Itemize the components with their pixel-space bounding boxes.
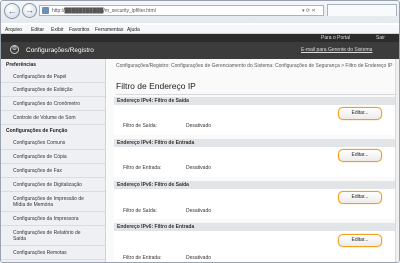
section-header: Endereço IPv4: Filtro de Entrada: [114, 139, 398, 147]
main-content: Configurações/Registro: Configurações de…: [106, 59, 399, 262]
section-ipv6-outbound: Endereço IPv6: Filtro de Saída Editar...…: [114, 181, 398, 219]
page-title: Filtro de Endereço IP: [116, 81, 196, 91]
page-icon: [42, 7, 49, 14]
menu-favoritos[interactable]: Favoritos: [69, 27, 90, 33]
menu-arquivo[interactable]: Arquivo: [5, 27, 22, 33]
field-label: Filtro de Entrada:: [123, 255, 162, 261]
sidebar-item-memory-media[interactable]: Configurações de Impressão de Mídia de M…: [1, 193, 105, 212]
sidebar-item-printer[interactable]: Configurações da Impressora: [1, 213, 105, 226]
section-header: Endereço IPv6: Filtro de Saída: [114, 181, 398, 189]
sidebar-item-display[interactable]: Configurações de Exibição: [1, 84, 105, 97]
field-label: Filtro de Saída:: [123, 208, 157, 214]
section-body: Editar... Filtro de Entrada: Desativado: [114, 147, 398, 177]
edit-button[interactable]: Editar...: [338, 149, 382, 162]
menu-bar: Arquivo Editar Exibir Favoritos Ferramen…: [1, 25, 399, 34]
sidebar-item-scan[interactable]: Configurações de Digitalização: [1, 179, 105, 192]
section-header: Endereço IPv6: Filtro de Entrada: [114, 223, 398, 231]
field-value: Desativado: [186, 208, 212, 214]
sidebar-item-timer[interactable]: Configurações do Cronômetro: [1, 98, 105, 111]
edit-button[interactable]: Editar...: [338, 234, 382, 247]
sidebar-heading-function: Configurações de Função: [6, 128, 68, 134]
browser-toolbar: ← → http://███████████/m_security_ipfilt…: [1, 1, 399, 23]
scrollbar[interactable]: [395, 59, 399, 262]
field-value: Desativado: [186, 165, 212, 171]
portal-link[interactable]: Para o Portal: [321, 35, 350, 41]
field-value: Desativado: [186, 123, 212, 129]
menu-exibir[interactable]: Exibir: [51, 27, 64, 33]
email-admin-link[interactable]: E-mail para Gerente do Sistema: [301, 47, 372, 53]
section-ipv6-inbound: Endereço IPv6: Filtro de Entrada Editar.…: [114, 223, 398, 262]
address-tools-icon[interactable]: ▾ ⟳ ✕: [302, 8, 316, 14]
back-arrow-icon[interactable]: ←: [4, 3, 20, 19]
section-header: Endereço IPv4: Filtro de Saída: [114, 97, 398, 105]
section-body: Editar... Filtro de Saída: Desativado: [114, 189, 398, 219]
section-body: Editar... Filtro de Entrada: Desativado: [114, 231, 398, 262]
browser-window: ← → http://███████████/m_security_ipfilt…: [0, 0, 400, 263]
sidebar-item-remote[interactable]: Configurações Remotas: [1, 247, 105, 260]
sidebar-item-common[interactable]: Configurações Comuns: [1, 137, 105, 150]
breadcrumb: Configurações/Registro: Configurações de…: [116, 63, 393, 69]
field-value: Desativado: [186, 255, 212, 261]
forward-arrow-icon[interactable]: →: [22, 3, 37, 18]
sidebar-item-report[interactable]: Configurações de Relatório de Saída: [1, 227, 105, 246]
sidebar-item-volume[interactable]: Controle de Volume de Som: [1, 112, 105, 125]
settings-icon: ⚙: [10, 45, 19, 54]
sidebar-item-copy[interactable]: Configurações de Cópia: [1, 151, 105, 164]
edit-button[interactable]: Editar...: [338, 107, 382, 120]
page-header-title: Configurações/Registro: [26, 47, 94, 54]
address-url: http://███████████/m_security_ipfilter.h…: [52, 8, 156, 14]
field-label: Filtro de Entrada:: [123, 165, 162, 171]
section-ipv4-inbound: Endereço IPv4: Filtro de Entrada Editar.…: [114, 139, 398, 177]
menu-editar[interactable]: Editar: [31, 27, 44, 33]
title-divider: [116, 94, 396, 95]
section-ipv4-outbound: Endereço IPv4: Filtro de Saída Editar...…: [114, 97, 398, 135]
section-body: Editar... Filtro de Saída: Desativado: [114, 105, 398, 135]
sidebar-item-paper[interactable]: Configurações de Papel: [1, 71, 105, 83]
edit-button[interactable]: Editar...: [338, 191, 382, 204]
sidebar-heading-preferences: Preferências: [6, 62, 37, 68]
app-top-bar: Para o Portal Sair: [1, 34, 399, 42]
address-bar[interactable]: http://███████████/m_security_ipfilter.h…: [39, 5, 324, 16]
logout-link[interactable]: Sair: [376, 35, 385, 41]
menu-ferramentas[interactable]: Ferramentas: [95, 27, 123, 33]
browser-tab[interactable]: [327, 4, 397, 16]
app-header: ⚙ Configurações/Registro E-mail para Ger…: [1, 42, 399, 59]
sidebar-item-fax[interactable]: Configurações de Fax: [1, 165, 105, 178]
sidebar: Preferências Configurações de Papel Conf…: [1, 59, 106, 262]
field-label: Filtro de Saída:: [123, 123, 157, 129]
menu-ajuda[interactable]: Ajuda: [127, 27, 140, 33]
